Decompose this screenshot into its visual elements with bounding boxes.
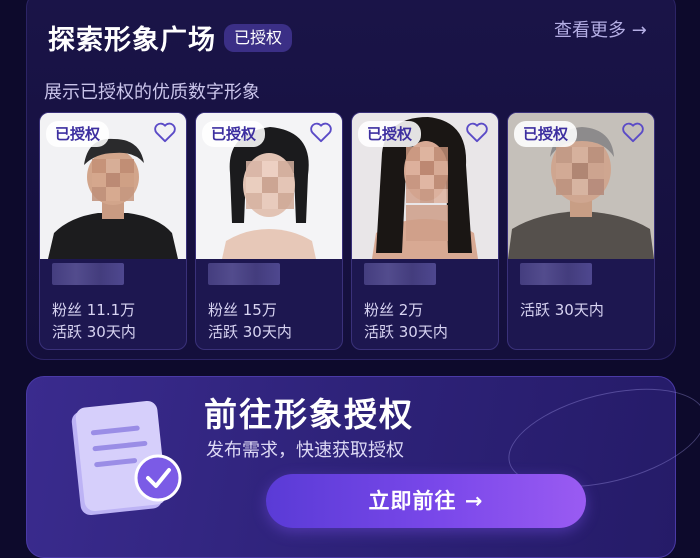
authorized-badge: 已授权 bbox=[514, 121, 578, 147]
avatar-card-4[interactable]: 已授权 活跃 30天内 bbox=[507, 112, 655, 350]
blurred-name bbox=[520, 263, 592, 285]
avatar-card-1[interactable]: 已授权 粉丝 11.1万 活跃 30天内 bbox=[39, 112, 187, 350]
section-title: 探索形象广场 bbox=[48, 25, 216, 56]
heart-icon[interactable] bbox=[620, 119, 646, 145]
heart-icon[interactable] bbox=[152, 119, 178, 145]
check-icon bbox=[134, 454, 182, 502]
blurred-name bbox=[364, 263, 436, 285]
authorized-badge: 已授权 bbox=[224, 24, 293, 52]
section-subtitle: 展示已授权的优质数字形象 bbox=[44, 82, 260, 103]
fans-count: 粉丝 15万 bbox=[208, 301, 277, 319]
cta-title: 前往形象授权 bbox=[204, 395, 414, 434]
fans-count: 粉丝 11.1万 bbox=[52, 301, 136, 319]
avatar-card-2[interactable]: 已授权 粉丝 15万 活跃 30天内 bbox=[195, 112, 343, 350]
blurred-name bbox=[208, 263, 280, 285]
active-status: 活跃 30天内 bbox=[364, 323, 448, 341]
authorized-badge: 已授权 bbox=[358, 121, 422, 147]
active-status: 活跃 30天内 bbox=[208, 323, 292, 341]
view-more-link[interactable]: 查看更多 → bbox=[554, 16, 647, 42]
authorized-badge: 已授权 bbox=[46, 121, 110, 147]
blurred-name bbox=[52, 263, 124, 285]
authorized-badge: 已授权 bbox=[202, 121, 266, 147]
avatar-card-3[interactable]: 已授权 粉丝 2万 活跃 30天内 bbox=[351, 112, 499, 350]
active-status: 活跃 30天内 bbox=[520, 301, 604, 319]
cta-description: 发布需求，快速获取授权 bbox=[206, 440, 404, 461]
heart-icon[interactable] bbox=[308, 119, 334, 145]
fans-count: 粉丝 2万 bbox=[364, 301, 424, 319]
heart-icon[interactable] bbox=[464, 119, 490, 145]
active-status: 活跃 30天内 bbox=[52, 323, 136, 341]
document-icon bbox=[71, 400, 182, 516]
go-now-button[interactable]: 立即前往 → bbox=[266, 474, 586, 528]
